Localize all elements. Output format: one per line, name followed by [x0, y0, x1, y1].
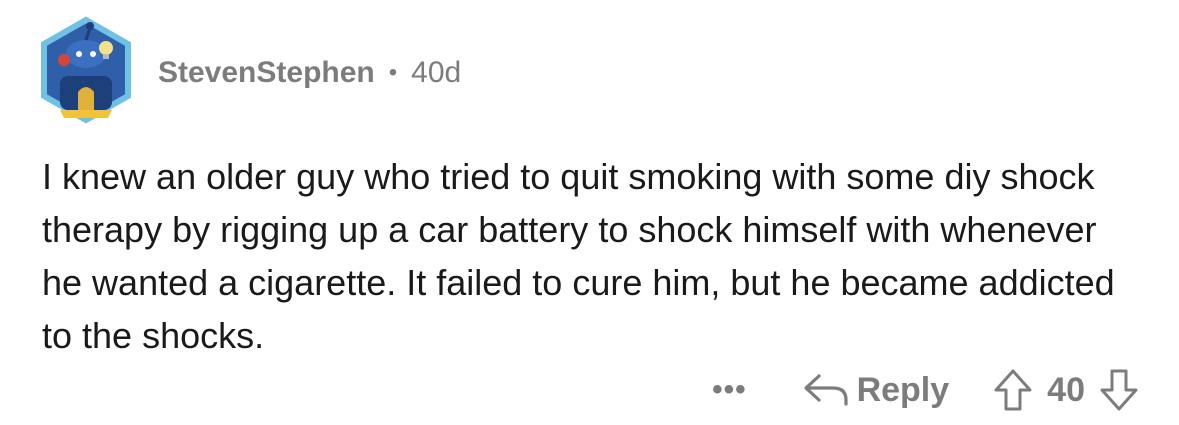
upvote-arrow-icon[interactable]: [993, 368, 1033, 412]
vote-controls: 40: [993, 368, 1139, 412]
reply-label: Reply: [856, 370, 950, 409]
vote-score: 40: [1047, 370, 1085, 409]
comment-actions: ••• Reply 40: [600, 360, 1139, 420]
comment-header: StevenStephen • 40d: [158, 56, 461, 90]
meta-separator: •: [388, 59, 398, 86]
downvote-arrow-icon[interactable]: [1099, 368, 1139, 412]
reply-button[interactable]: Reply: [803, 370, 950, 410]
comment-body: I knew an older guy who tried to quit sm…: [42, 156, 1115, 356]
more-options-button[interactable]: •••: [712, 373, 747, 407]
user-avatar[interactable]: [40, 14, 132, 126]
comment-age: 40d: [411, 56, 462, 89]
reply-arrow-icon: [803, 372, 849, 408]
author-username[interactable]: StevenStephen: [158, 56, 375, 90]
snoo-avatar-icon: [41, 16, 131, 124]
